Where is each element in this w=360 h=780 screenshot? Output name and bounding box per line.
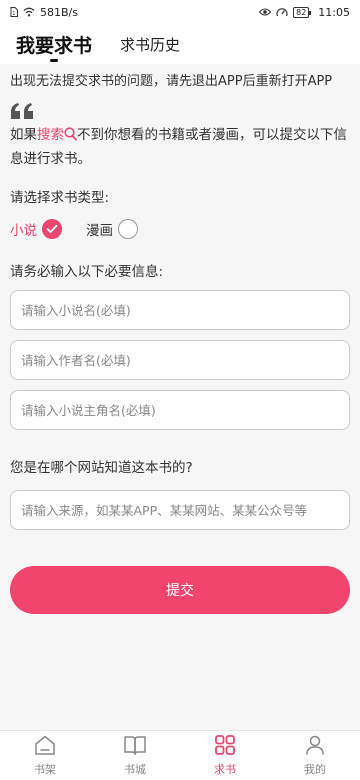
grid-icon — [214, 734, 236, 759]
source-input[interactable] — [10, 490, 350, 530]
author-name-input[interactable] — [10, 340, 350, 380]
comic-radio-unchecked[interactable] — [118, 219, 138, 239]
checkmark-icon — [46, 224, 58, 233]
wifi-icon — [23, 7, 35, 17]
notice-marquee: 出现无法提交求书的问题，请先退出APP后重新打开APP — [10, 74, 333, 89]
intro-prefix: 如果 — [10, 127, 37, 143]
nav-item-profile-label: 我的 — [304, 763, 326, 776]
clock: 11:05 — [318, 5, 350, 19]
active-tab-indicator — [50, 59, 58, 62]
nav-item-bookshelf-label: 书架 — [34, 763, 56, 776]
type-option-novel-label: 小说 — [10, 223, 37, 239]
svg-text:1: 1 — [12, 11, 15, 17]
status-bar: 1 581B/s 82 11:05 — [0, 0, 360, 24]
speedometer-icon — [276, 7, 288, 17]
required-info-label: 请务必输入以下必要信息: — [10, 264, 164, 280]
header-tabs: 我要求书 求书历史 — [0, 24, 360, 64]
submit-button[interactable]: 提交 — [10, 566, 350, 614]
battery-level: 82 — [296, 7, 307, 17]
book-type-options: 小说 漫画 — [10, 218, 350, 240]
nav-item-request-label: 求书 — [214, 763, 236, 776]
tab-request-history[interactable]: 求书历史 — [120, 24, 180, 64]
tab-request-book-label: 我要求书 — [16, 34, 93, 57]
network-speed: 581B/s — [40, 5, 78, 19]
search-link[interactable]: 搜索 — [37, 127, 64, 143]
source-label: 您是在哪个网站知道这本书的? — [10, 460, 193, 476]
nav-item-request[interactable]: 求书 — [180, 731, 270, 780]
eye-icon — [259, 8, 272, 16]
nav-item-profile[interactable]: 我的 — [270, 731, 360, 780]
tab-request-book[interactable]: 我要求书 — [16, 24, 92, 64]
nav-item-bookstore-label: 书城 — [124, 763, 146, 776]
novel-radio-checked[interactable] — [42, 219, 62, 239]
person-icon — [304, 734, 326, 759]
protagonist-name-input[interactable] — [10, 390, 350, 430]
request-form: 出现无法提交求书的问题，请先退出APP后重新打开APP 如果搜索 不到你想看的书籍… — [0, 72, 360, 614]
book-type-label: 请选择求书类型: — [10, 190, 110, 206]
search-icon[interactable] — [64, 126, 77, 148]
nav-item-bookshelf[interactable]: 书架 — [0, 731, 90, 780]
quote-icon — [10, 102, 350, 120]
tab-request-history-label: 求书历史 — [120, 35, 181, 54]
bookshelf-icon — [34, 734, 56, 759]
bottom-nav: 书架 书城 求书 我的 — [0, 730, 360, 780]
type-option-comic[interactable]: 漫画 — [86, 219, 138, 239]
type-option-comic-label: 漫画 — [86, 223, 113, 239]
book-open-icon — [123, 734, 147, 759]
novel-name-input[interactable] — [10, 290, 350, 330]
sim-card-icon: 1 — [10, 7, 18, 17]
battery-indicator: 82 — [293, 6, 312, 18]
nav-item-bookstore[interactable]: 书城 — [90, 731, 180, 780]
intro-text: 如果搜索 不到你想看的书籍或者漫画，可以提交以下信息进行求书。 — [10, 124, 350, 170]
type-option-novel[interactable]: 小说 — [10, 219, 62, 239]
